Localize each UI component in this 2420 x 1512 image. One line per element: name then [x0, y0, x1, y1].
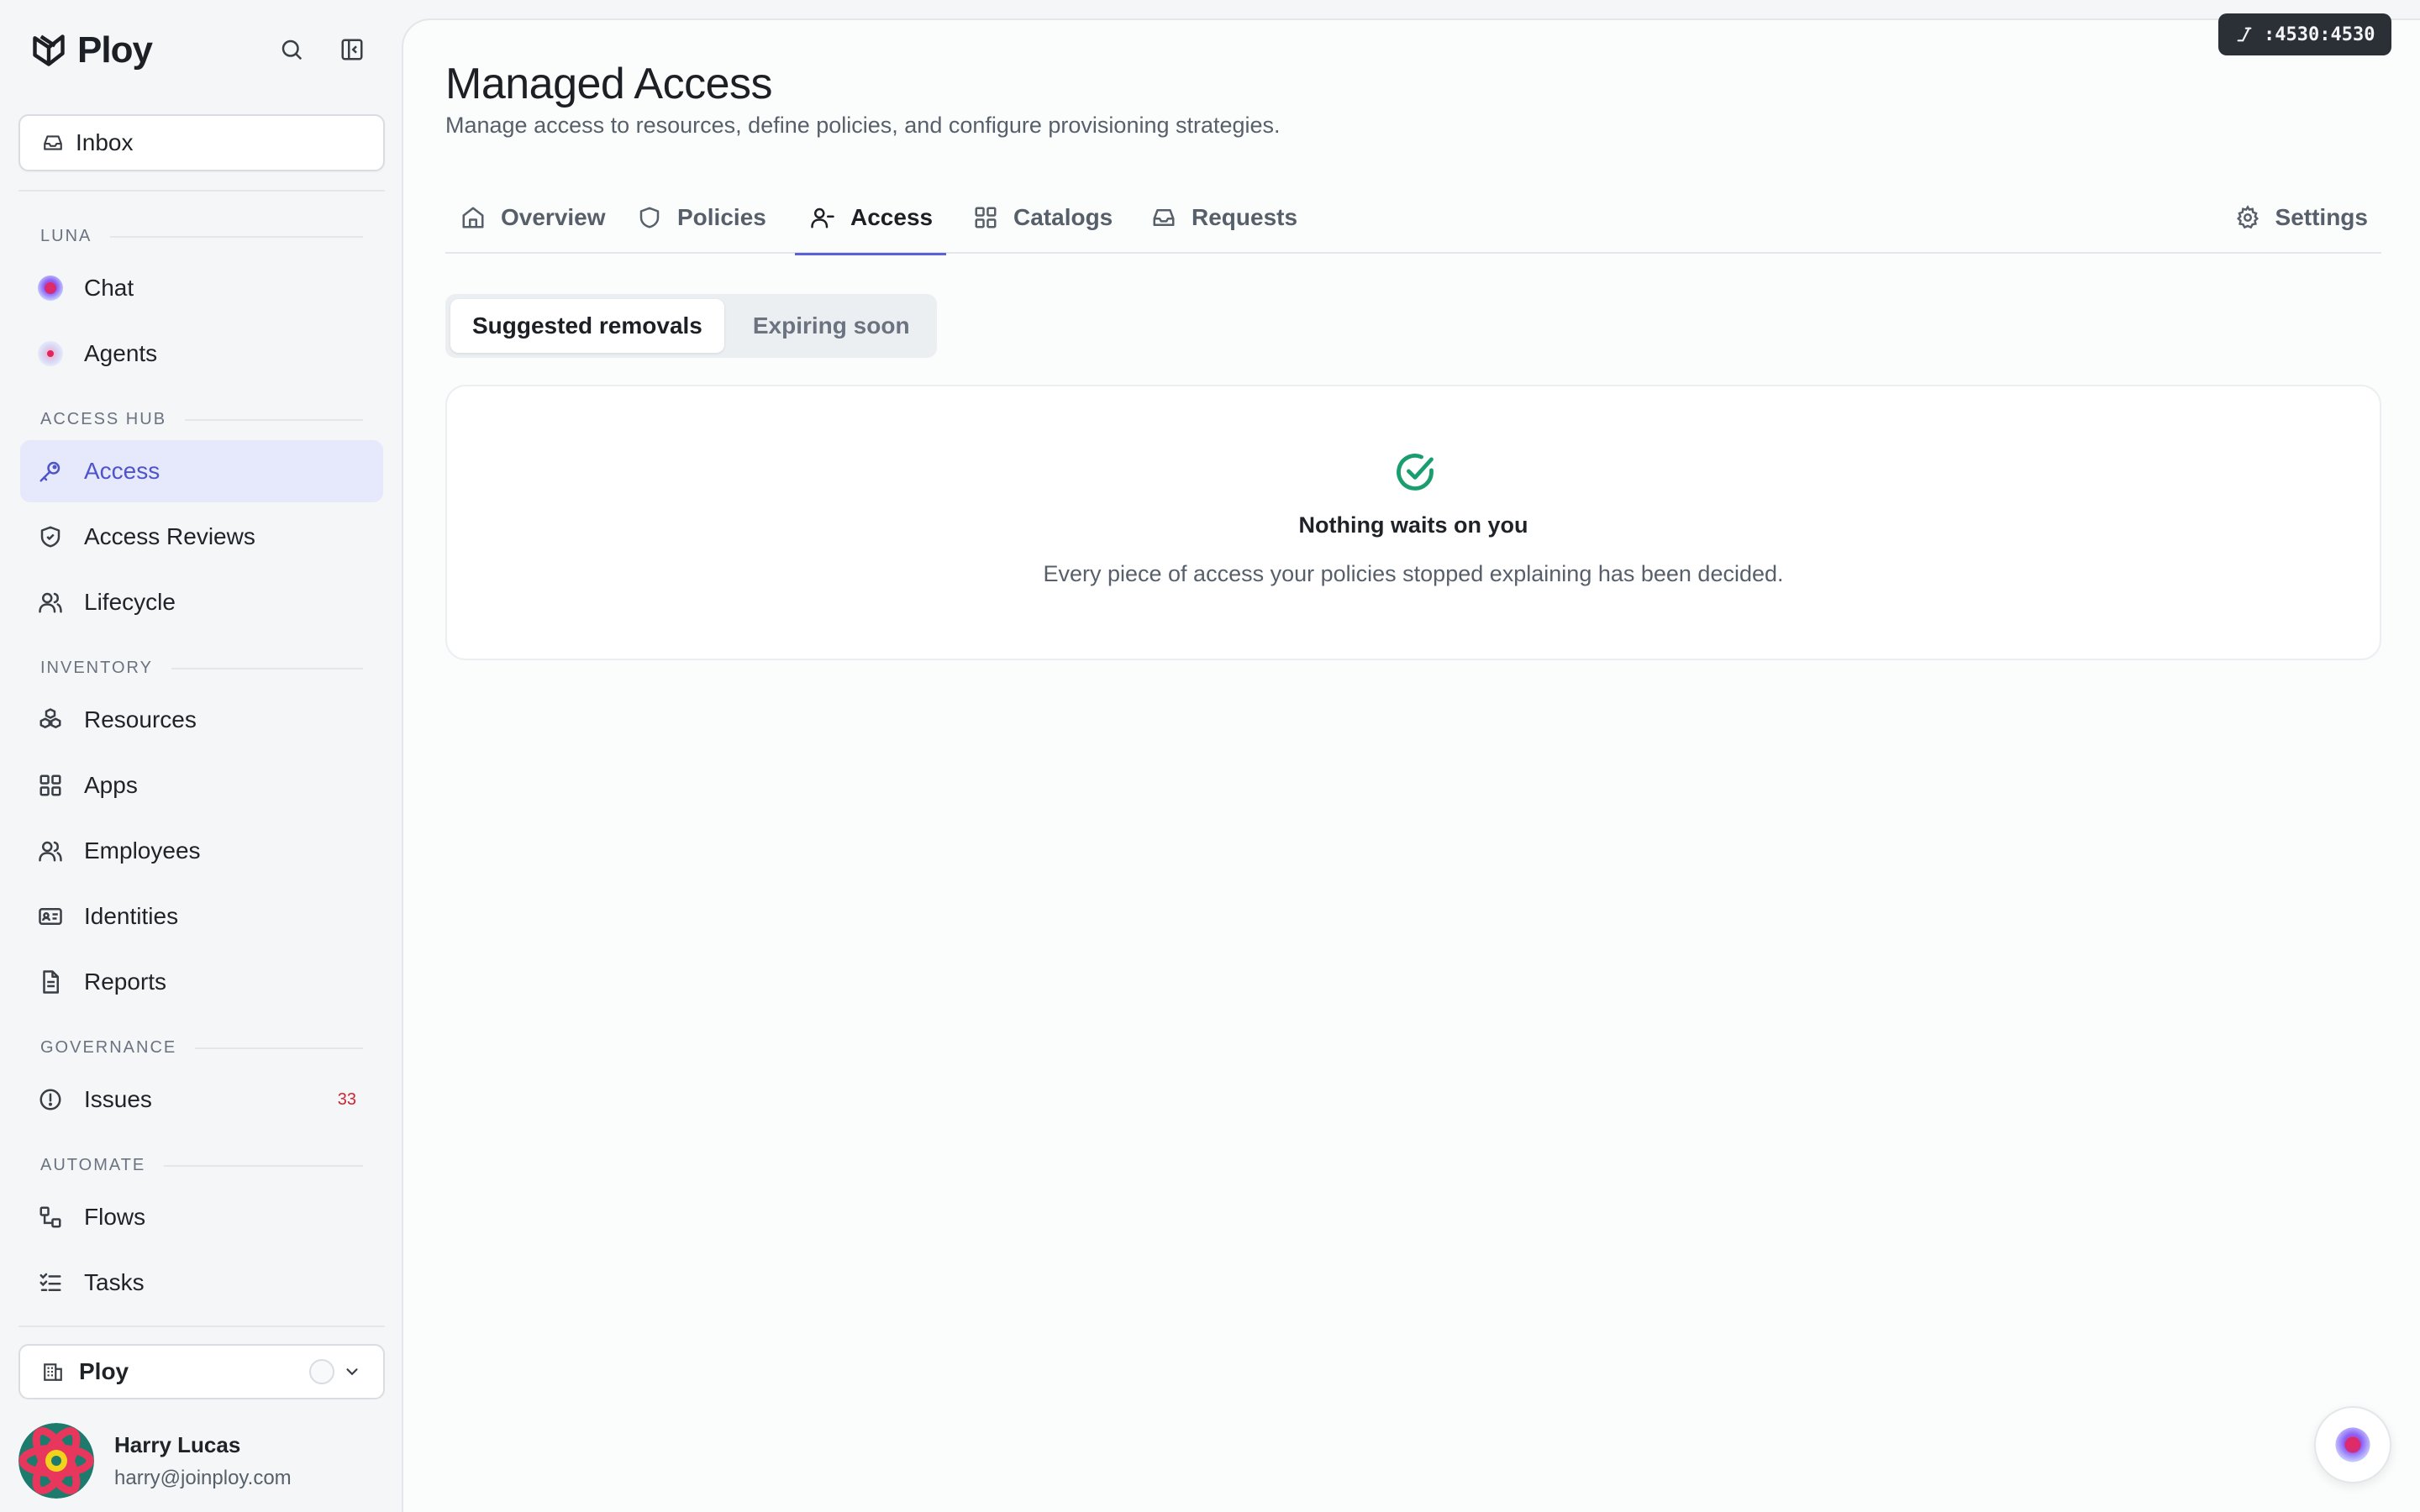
- sidebar-item-access-reviews[interactable]: Access Reviews: [20, 506, 383, 568]
- key-icon: [35, 456, 66, 486]
- tab-requests[interactable]: Requests: [1136, 181, 1311, 254]
- user-email: harry@joinploy.com: [114, 1466, 292, 1489]
- tab-overview[interactable]: Overview: [445, 181, 619, 254]
- alert-circle-icon: [35, 1084, 66, 1115]
- brand-name: Ploy: [77, 29, 153, 71]
- collapse-sidebar-icon[interactable]: [334, 32, 370, 67]
- user-name: Harry Lucas: [114, 1431, 241, 1457]
- luna-assistant-button[interactable]: [2314, 1406, 2391, 1483]
- tab-access[interactable]: Access: [795, 181, 947, 255]
- user-minus-icon: [808, 203, 837, 232]
- dev-port-badge[interactable]: :4530:4530: [2218, 13, 2392, 55]
- main-content: Managed Access Manage access to resource…: [402, 18, 2420, 1512]
- organization-select[interactable]: Ploy: [18, 1344, 385, 1399]
- page-title: Managed Access: [445, 60, 773, 108]
- empty-state-card: Nothing waits on you Every piece of acce…: [445, 385, 2381, 660]
- sidebar-divider: [18, 190, 385, 192]
- boxes-icon: [35, 705, 66, 735]
- workflow-icon: [35, 1202, 66, 1232]
- issues-count-badge: 33: [337, 1089, 356, 1109]
- avatar: [18, 1423, 94, 1499]
- shield-check-icon: [35, 522, 66, 552]
- sidebar-item-apps[interactable]: Apps: [20, 754, 383, 816]
- inbox-label: Inbox: [76, 129, 134, 155]
- section-label-automate: AUTOMATE: [40, 1156, 363, 1175]
- inbox-icon: [44, 135, 62, 150]
- grid-icon: [35, 770, 66, 801]
- empty-state-title: Nothing waits on you: [1298, 512, 1528, 538]
- id-card-icon: [35, 901, 66, 932]
- sidebar-item-tasks[interactable]: Tasks: [20, 1252, 383, 1314]
- grid-icon: [971, 203, 1000, 232]
- view-toggle: Suggested removals Expiring soon: [445, 294, 937, 358]
- shield-icon: [635, 203, 664, 232]
- section-label-governance: GOVERNANCE: [40, 1038, 363, 1058]
- users-icon: [35, 587, 66, 617]
- section-label-inventory: INVENTORY: [40, 659, 363, 678]
- sidebar-item-identities[interactable]: Identities: [20, 885, 383, 948]
- sidebar: Ploy Inbox LUNA Chat Agents ACCESS HUB A…: [0, 0, 402, 1512]
- agents-orb-icon: [35, 339, 66, 369]
- user-profile[interactable]: Harry Lucas harry@joinploy.com: [18, 1423, 292, 1499]
- gear-icon: [2233, 203, 2262, 232]
- sidebar-item-access[interactable]: Access: [20, 440, 383, 502]
- home-icon: [459, 203, 487, 232]
- tab-catalogs[interactable]: Catalogs: [958, 181, 1126, 254]
- tab-bar: Overview Policies Access Catalogs Reques…: [445, 181, 2381, 255]
- luna-orb-icon: [2335, 1427, 2370, 1462]
- inbox-icon: [1150, 203, 1178, 232]
- chevron-down-icon: [346, 1368, 358, 1376]
- sidebar-item-flows[interactable]: Flows: [20, 1186, 383, 1248]
- users-icon: [35, 836, 66, 866]
- search-icon[interactable]: [274, 32, 309, 67]
- sidebar-item-chat[interactable]: Chat: [20, 257, 383, 319]
- sidebar-item-agents[interactable]: Agents: [20, 323, 383, 385]
- luna-orb-icon: [35, 273, 66, 303]
- status-indicator: [309, 1359, 334, 1384]
- sidebar-item-reports[interactable]: Reports: [20, 951, 383, 1013]
- dev-port-label: :4530:4530: [2264, 24, 2375, 45]
- building-icon: [44, 1363, 62, 1381]
- sidebar-item-lifecycle[interactable]: Lifecycle: [20, 571, 383, 633]
- sidebar-item-resources[interactable]: Resources: [20, 689, 383, 751]
- sidebar-item-issues[interactable]: Issues 33: [20, 1068, 383, 1131]
- section-label-luna: LUNA: [40, 227, 363, 246]
- section-label-access-hub: ACCESS HUB: [40, 410, 363, 429]
- file-text-icon: [35, 967, 66, 997]
- segment-suggested-removals[interactable]: Suggested removals: [450, 299, 724, 353]
- list-checks-icon: [35, 1268, 66, 1298]
- page-subtitle: Manage access to resources, define polic…: [445, 113, 1281, 138]
- sidebar-item-employees[interactable]: Employees: [20, 820, 383, 882]
- tab-policies[interactable]: Policies: [622, 181, 780, 254]
- inbox-button[interactable]: Inbox: [18, 114, 385, 171]
- empty-state-description: Every piece of access your policies stop…: [1043, 561, 1784, 586]
- check-circle-icon: [1397, 454, 1434, 491]
- brand[interactable]: Ploy: [30, 25, 153, 76]
- branch-icon: [2237, 27, 2252, 42]
- segment-expiring-soon[interactable]: Expiring soon: [731, 299, 932, 353]
- ploy-logo-icon: [33, 34, 65, 66]
- sidebar-divider: [18, 1326, 385, 1327]
- tab-settings[interactable]: Settings: [2220, 181, 2381, 254]
